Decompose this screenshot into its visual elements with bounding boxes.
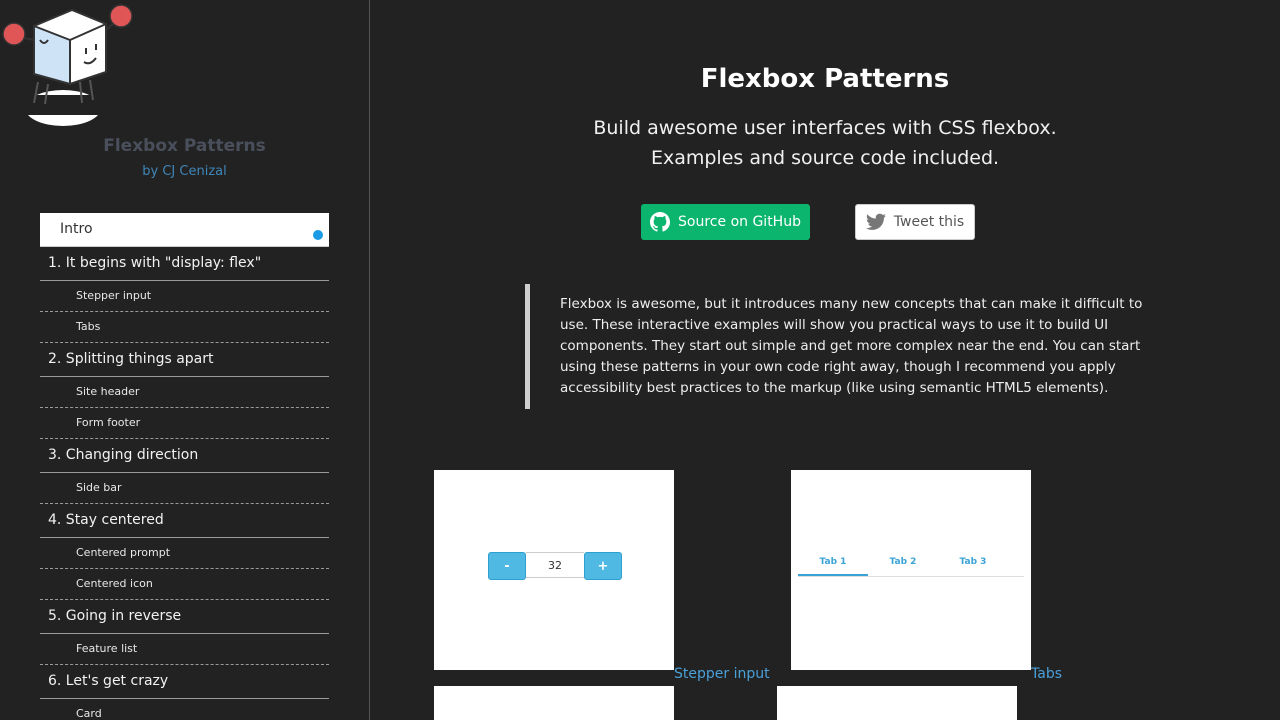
tabs-example-link[interactable]: Tabs <box>1031 666 1062 682</box>
tabs-preview-card[interactable]: Tab 1 Tab 2 Tab 3 <box>791 470 1031 670</box>
tab-preview-1: Tab 1 <box>798 556 868 576</box>
sidebar-item-label: Intro <box>60 221 93 237</box>
sidebar-item-2-splitting-things-apart[interactable]: 2. Splitting things apart <box>40 343 329 377</box>
sidebar-item-3-changing-direction[interactable]: 3. Changing direction <box>40 439 329 473</box>
sidebar-subitem-site-header[interactable]: Site header <box>40 377 329 408</box>
sidebar-subitem-side-bar[interactable]: Side bar <box>40 473 329 504</box>
sidebar-item-label: Stepper input <box>76 289 152 302</box>
sidebar-item-1-it-begins-with-display-flex[interactable]: 1. It begins with "display: flex" <box>40 247 329 281</box>
example-preview-card[interactable] <box>777 686 1017 720</box>
sidebar-item-label: 3. Changing direction <box>48 447 199 463</box>
sidebar-item-label: Form footer <box>76 416 141 429</box>
sidebar: Flexbox Patterns by CJ Cenizal Intro 1. I… <box>0 0 370 720</box>
sidebar-item-label: 1. It begins with "display: flex" <box>48 255 262 271</box>
stepper-plus-button: + <box>584 552 622 580</box>
sidebar-subitem-centered-prompt[interactable]: Centered prompt <box>40 538 329 569</box>
sidebar-subitem-card[interactable]: Card <box>40 699 329 720</box>
sidebar-item-label: 6. Let's get crazy <box>48 673 169 689</box>
author-link[interactable]: CJ Cenizal <box>162 164 226 179</box>
sidebar-item-6-let-s-get-crazy[interactable]: 6. Let's get crazy <box>40 665 329 699</box>
intro-blockquote: Flexbox is awesome, but it introduces ma… <box>525 284 1155 409</box>
brand-title: Flexbox Patterns <box>103 136 266 156</box>
sidebar-item-label: Tabs <box>76 320 101 333</box>
tab-preview-2: Tab 2 <box>889 557 917 567</box>
source-on-github-button[interactable]: Source on GitHub <box>641 204 810 240</box>
sidebar-item-4-stay-centered[interactable]: 4. Stay centered <box>40 504 329 538</box>
byline-prefix: by <box>142 164 159 179</box>
sidebar-item-label: Card <box>76 707 102 720</box>
twitter-bird-icon <box>865 213 886 230</box>
tweet-this-button[interactable]: Tweet this <box>855 204 975 240</box>
subtitle-line-2: Examples and source code included. <box>650 147 1000 169</box>
sidebar-item-intro[interactable]: Intro <box>40 213 329 247</box>
stepper-input-preview-card[interactable]: - 32 + <box>434 470 674 670</box>
github-button-label: Source on GitHub <box>678 214 801 230</box>
sidebar-item-label: Centered prompt <box>76 546 171 559</box>
stepper-value: 32 <box>526 552 584 578</box>
page-title: Flexbox Patterns <box>700 64 950 94</box>
page-subtitle: Build awesome user interfaces with CSS f… <box>370 113 1280 173</box>
sidebar-subitem-centered-icon[interactable]: Centered icon <box>40 569 329 600</box>
github-icon <box>650 212 671 232</box>
stepper-preview: - 32 + <box>488 552 622 580</box>
sidebar-item-label: Site header <box>76 385 140 398</box>
tweet-button-label: Tweet this <box>893 214 965 230</box>
sidebar-item-label: Feature list <box>76 642 138 655</box>
main-content: Flexbox Patterns Build awesome user inte… <box>370 0 1280 720</box>
sidebar-subitem-form-footer[interactable]: Form footer <box>40 408 329 439</box>
sidebar-item-label: 2. Splitting things apart <box>48 351 214 367</box>
sidebar-subitem-tabs[interactable]: Tabs <box>40 312 329 343</box>
sidebar-item-label: 4. Stay centered <box>48 512 164 528</box>
flexbox-cube-mascot-logo <box>2 4 133 126</box>
tab-preview-3: Tab 3 <box>959 557 987 567</box>
stepper-minus-button: - <box>488 552 526 580</box>
sidebar-subitem-feature-list[interactable]: Feature list <box>40 634 329 665</box>
sidebar-subitem-stepper-input[interactable]: Stepper input <box>40 281 329 312</box>
sidebar-item-label: 5. Going in reverse <box>48 608 182 624</box>
tabs-preview: Tab 1 Tab 2 Tab 3 <box>798 556 1024 577</box>
sidebar-item-5-going-in-reverse[interactable]: 5. Going in reverse <box>40 600 329 634</box>
sidebar-nav: Intro 1. It begins with "display: flex" St… <box>40 213 329 720</box>
brand-byline: by CJ Cenizal <box>0 164 369 179</box>
active-indicator-dot <box>313 230 323 240</box>
stepper-input-example-link[interactable]: Stepper input <box>674 666 770 682</box>
example-preview-card[interactable] <box>434 686 674 720</box>
sidebar-item-label: Side bar <box>76 481 122 494</box>
sidebar-item-label: Centered icon <box>76 577 153 590</box>
subtitle-line-1: Build awesome user interfaces with CSS f… <box>593 117 1057 139</box>
